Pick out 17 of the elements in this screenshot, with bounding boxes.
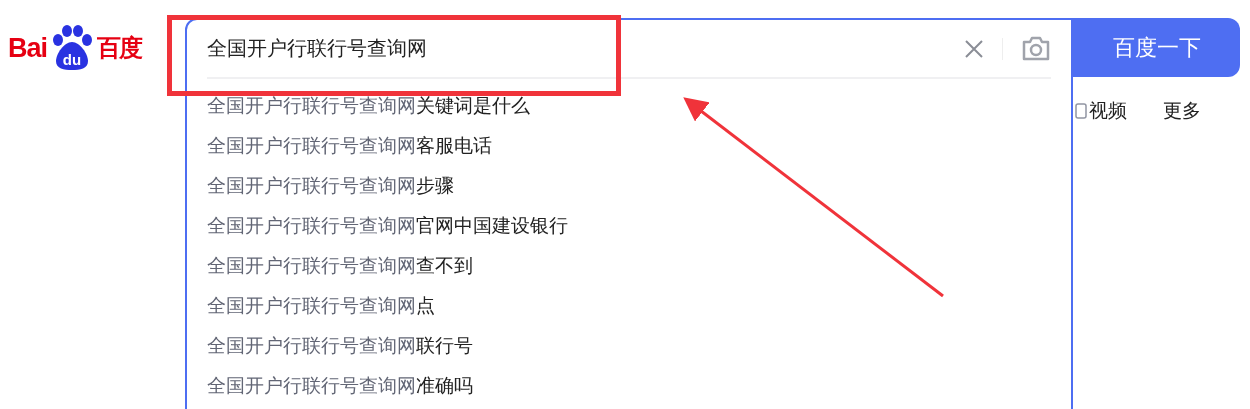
nav-tab[interactable]: 更多: [1163, 98, 1201, 124]
suggestion-item[interactable]: 全国开户行联行号查询网联行号: [207, 333, 1051, 358]
nav-tab[interactable]: 视频: [1075, 98, 1127, 124]
suggestion-item[interactable]: 全国开户行联行号查询网关键词是什么: [207, 93, 1051, 118]
logo-text: 百度: [97, 33, 142, 64]
suggestion-item[interactable]: 全国开户行联行号查询网官网中国建设银行: [207, 213, 1051, 238]
suggestion-item[interactable]: 全国开户行联行号查询网准确吗: [207, 373, 1051, 398]
suggestion-item[interactable]: 全国开户行联行号查询网查不到: [207, 253, 1051, 278]
suggestion-item[interactable]: 全国开户行联行号查询网点: [207, 293, 1051, 318]
close-icon[interactable]: [964, 38, 984, 59]
suggestion-item[interactable]: 全国开户行联行号查询网客服电话: [207, 133, 1051, 158]
logo-text: Bai: [8, 32, 48, 64]
search-field[interactable]: 全国开户行联行号查询网: [207, 36, 964, 61]
video-icon: [1075, 103, 1087, 119]
search-button[interactable]: 百度一下: [1073, 18, 1240, 77]
camera-icon[interactable]: [1021, 35, 1051, 62]
suggestion-item[interactable]: 全国开户行联行号查询网步骤: [207, 173, 1051, 198]
